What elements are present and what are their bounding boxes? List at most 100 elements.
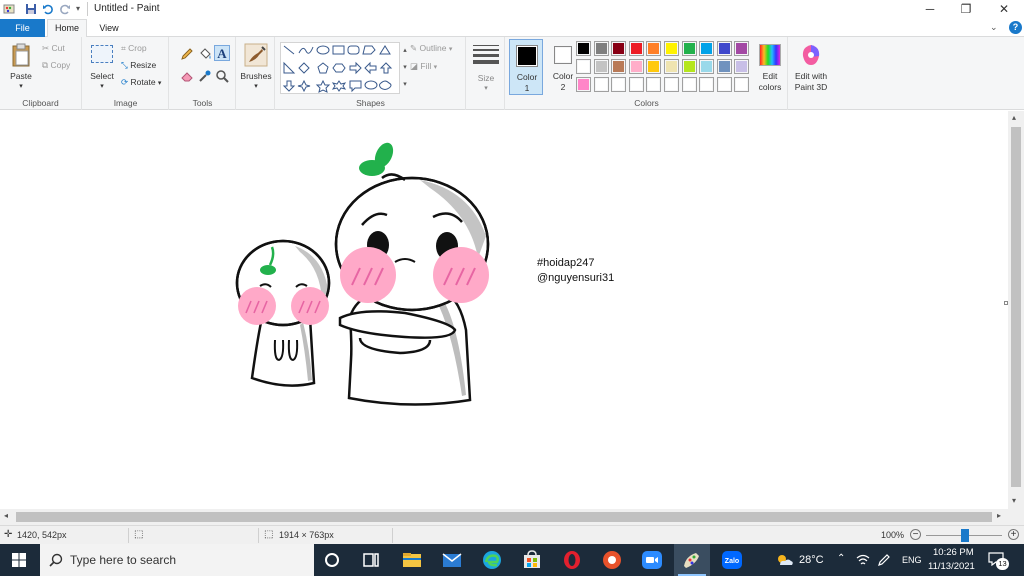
palette-color-swatch[interactable]: [716, 59, 732, 74]
palette-color-swatch[interactable]: [576, 41, 591, 56]
zalo-icon[interactable]: Zalo: [720, 548, 744, 572]
scroll-up-icon[interactable]: ▴: [1012, 113, 1016, 122]
palette-color-swatch[interactable]: [611, 77, 627, 92]
zoom-slider-thumb[interactable]: [961, 529, 969, 542]
palette-color-swatch[interactable]: [681, 41, 697, 56]
vertical-scrollbar[interactable]: ▴ ▾: [1008, 111, 1024, 509]
horizontal-scrollbar[interactable]: ◂ ▸: [0, 509, 1008, 525]
crop-button[interactable]: ⌗ Crop: [121, 43, 147, 54]
notification-center-button[interactable]: 13: [988, 552, 1009, 570]
color-picker-icon[interactable]: [198, 69, 212, 83]
eraser-icon[interactable]: [180, 69, 194, 83]
size-button[interactable]: Size ▾: [470, 41, 502, 93]
cortana-icon[interactable]: [320, 548, 344, 572]
copy-button[interactable]: ⧉ Copy: [42, 60, 70, 71]
palette-color-swatch[interactable]: [576, 59, 591, 74]
undo-icon[interactable]: [42, 3, 54, 15]
palette-color-swatch[interactable]: [646, 77, 662, 92]
select-button[interactable]: Select ▾: [87, 41, 117, 93]
fill-button[interactable]: ◪ Fill ▾: [410, 61, 437, 72]
tab-home[interactable]: Home: [47, 19, 87, 38]
help-icon[interactable]: ?: [1009, 21, 1022, 34]
file-explorer-icon[interactable]: [400, 548, 424, 572]
outline-button[interactable]: ✎ Outline ▾: [410, 43, 452, 54]
tab-file[interactable]: File: [0, 19, 45, 37]
save-icon[interactable]: [25, 3, 37, 15]
palette-color-swatch[interactable]: [628, 77, 644, 92]
horizontal-scroll-thumb[interactable]: [16, 512, 992, 522]
pen-input-icon[interactable]: [877, 553, 891, 567]
palette-color-swatch[interactable]: [628, 41, 644, 56]
scroll-left-icon[interactable]: ◂: [4, 511, 8, 520]
redo-icon[interactable]: [59, 3, 71, 15]
wifi-icon[interactable]: [856, 553, 870, 567]
zoom-in-icon[interactable]: +: [1008, 529, 1019, 540]
minimize-button[interactable]: ─: [912, 0, 948, 19]
clock-time[interactable]: 10:26 PM: [933, 547, 974, 558]
palette-color-swatch[interactable]: [734, 41, 750, 56]
brushes-button[interactable]: Brushes ▾: [240, 41, 272, 93]
fill-bucket-icon[interactable]: [198, 47, 212, 61]
close-button[interactable]: ✕: [986, 0, 1022, 19]
show-hidden-icons[interactable]: ⌃: [837, 553, 845, 564]
opera-browser-icon[interactable]: [560, 548, 584, 572]
palette-color-swatch[interactable]: [734, 59, 750, 74]
scroll-down-icon[interactable]: ▾: [1012, 496, 1016, 505]
palette-color-swatch[interactable]: [628, 59, 644, 74]
palette-color-swatch[interactable]: [716, 77, 732, 92]
shapes-gallery[interactable]: [280, 42, 400, 94]
restore-button[interactable]: ❐: [948, 0, 984, 19]
input-language[interactable]: ENG: [902, 555, 922, 565]
task-view-icon[interactable]: [359, 548, 383, 572]
edit-colors-button[interactable]: Edit colors: [754, 39, 786, 95]
customize-quick-access-icon[interactable]: ▾: [76, 4, 80, 13]
cut-button[interactable]: ✂ Cut: [42, 43, 65, 54]
color2-button[interactable]: Color 2: [546, 39, 580, 95]
palette-color-swatch[interactable]: [716, 41, 732, 56]
palette-color-swatch[interactable]: [664, 59, 679, 74]
palette-color-swatch[interactable]: [664, 41, 679, 56]
text-tool-icon[interactable]: A: [214, 45, 230, 61]
color1-button[interactable]: Color 1: [509, 39, 543, 95]
resize-button[interactable]: ⤡ Resize: [121, 60, 156, 71]
palette-color-swatch[interactable]: [681, 77, 697, 92]
canvas-area[interactable]: #hoidap247 @nguyensuri31: [0, 111, 1008, 509]
edge-browser-icon[interactable]: [480, 548, 504, 572]
paste-button[interactable]: Paste ▾: [6, 41, 36, 93]
shapes-scroll-icon[interactable]: ▴ ▾ ▾: [401, 42, 409, 94]
mail-icon[interactable]: [440, 548, 464, 572]
minimize-ribbon-icon[interactable]: ⌄: [990, 22, 998, 33]
palette-color-swatch[interactable]: [734, 77, 750, 92]
drawing-canvas[interactable]: [0, 111, 1008, 509]
zoom-meeting-icon[interactable]: [640, 548, 664, 572]
magnifier-icon[interactable]: [215, 69, 229, 83]
scroll-right-icon[interactable]: ▸: [997, 511, 1001, 520]
palette-color-swatch[interactable]: [593, 41, 609, 56]
paint-taskbar-button[interactable]: [674, 544, 710, 576]
tab-view[interactable]: View: [92, 19, 126, 37]
palette-color-swatch[interactable]: [611, 59, 627, 74]
microsoft-store-icon[interactable]: [520, 548, 544, 572]
zoom-out-icon[interactable]: −: [910, 529, 921, 540]
palette-color-swatch[interactable]: [664, 77, 679, 92]
palette-color-swatch[interactable]: [699, 59, 715, 74]
palette-color-swatch[interactable]: [576, 77, 591, 92]
palette-color-swatch[interactable]: [611, 41, 627, 56]
palette-color-swatch[interactable]: [646, 59, 662, 74]
palette-color-swatch[interactable]: [699, 41, 715, 56]
weather-temperature[interactable]: 28°C: [799, 554, 824, 566]
palette-color-swatch[interactable]: [646, 41, 662, 56]
clock-date[interactable]: 11/13/2021: [928, 561, 975, 572]
palette-color-swatch[interactable]: [593, 77, 609, 92]
palette-color-swatch[interactable]: [681, 59, 697, 74]
rotate-button[interactable]: ⟳ Rotate ▾: [121, 77, 161, 88]
windows-start-icon[interactable]: [12, 553, 26, 567]
palette-color-swatch[interactable]: [593, 59, 609, 74]
edit-with-paint3d-button[interactable]: Edit with Paint 3D: [790, 39, 832, 95]
weather-icon[interactable]: [774, 551, 794, 569]
taskbar-search-box[interactable]: Type here to search: [40, 544, 314, 576]
coccoc-browser-icon[interactable]: [600, 548, 624, 572]
pencil-icon[interactable]: [180, 47, 194, 61]
palette-color-swatch[interactable]: [699, 77, 715, 92]
vertical-scroll-thumb[interactable]: [1011, 127, 1021, 487]
